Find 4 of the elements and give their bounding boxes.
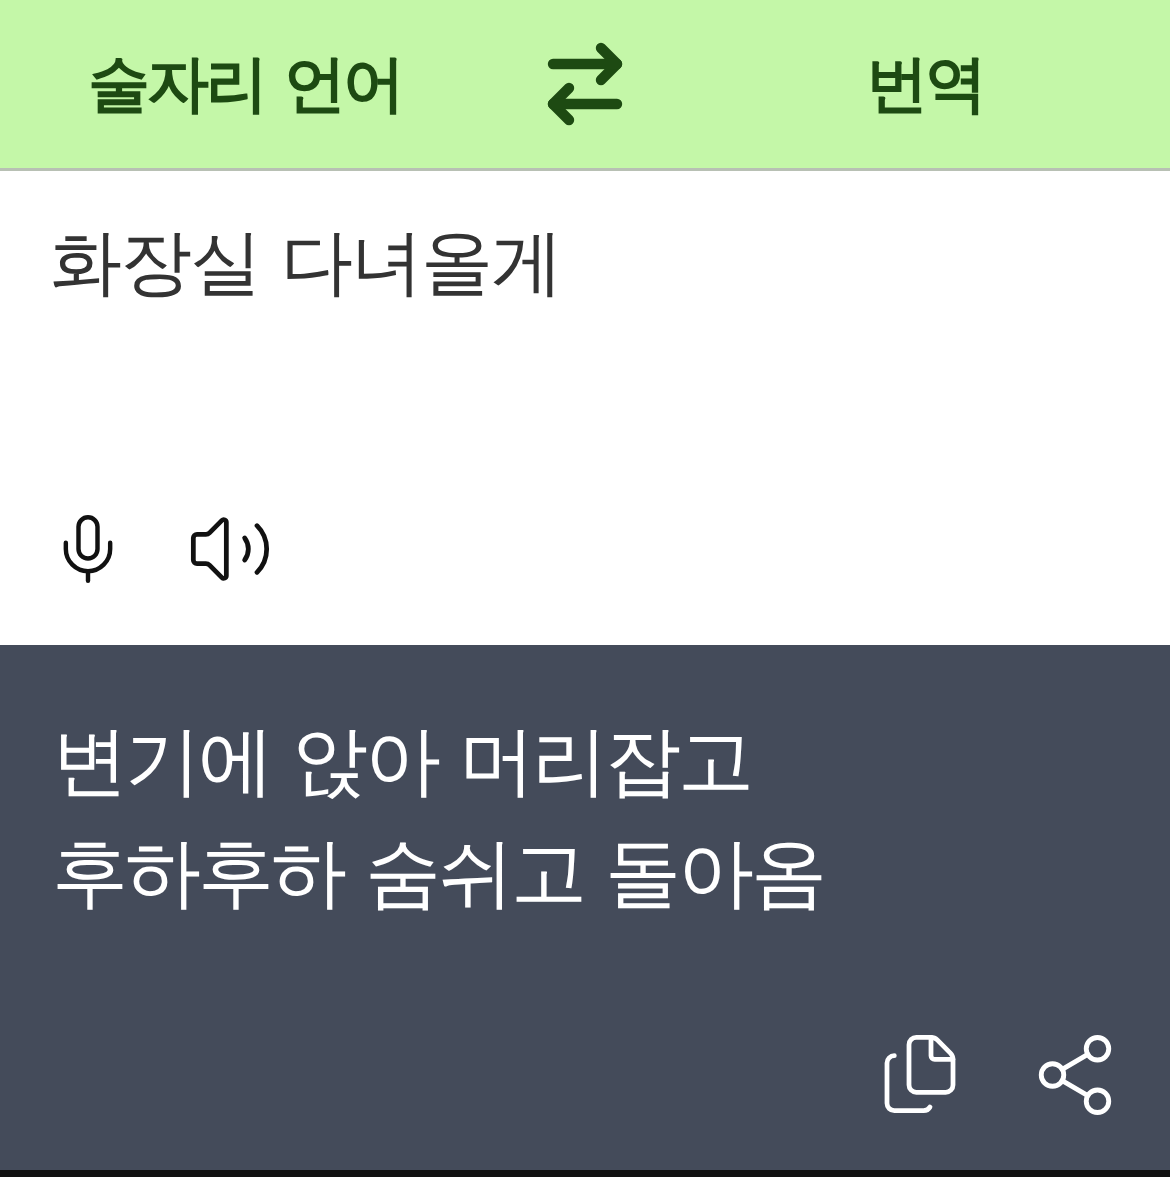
target-language[interactable]: 번역: [866, 42, 984, 126]
translation-text: 변기에 앉아 머리잡고 후하후하 숨쉬고 돌아옴: [52, 715, 826, 919]
input-field[interactable]: 화장실 다녀올게: [50, 215, 1120, 311]
source-language[interactable]: 술자리 언어: [88, 42, 402, 126]
